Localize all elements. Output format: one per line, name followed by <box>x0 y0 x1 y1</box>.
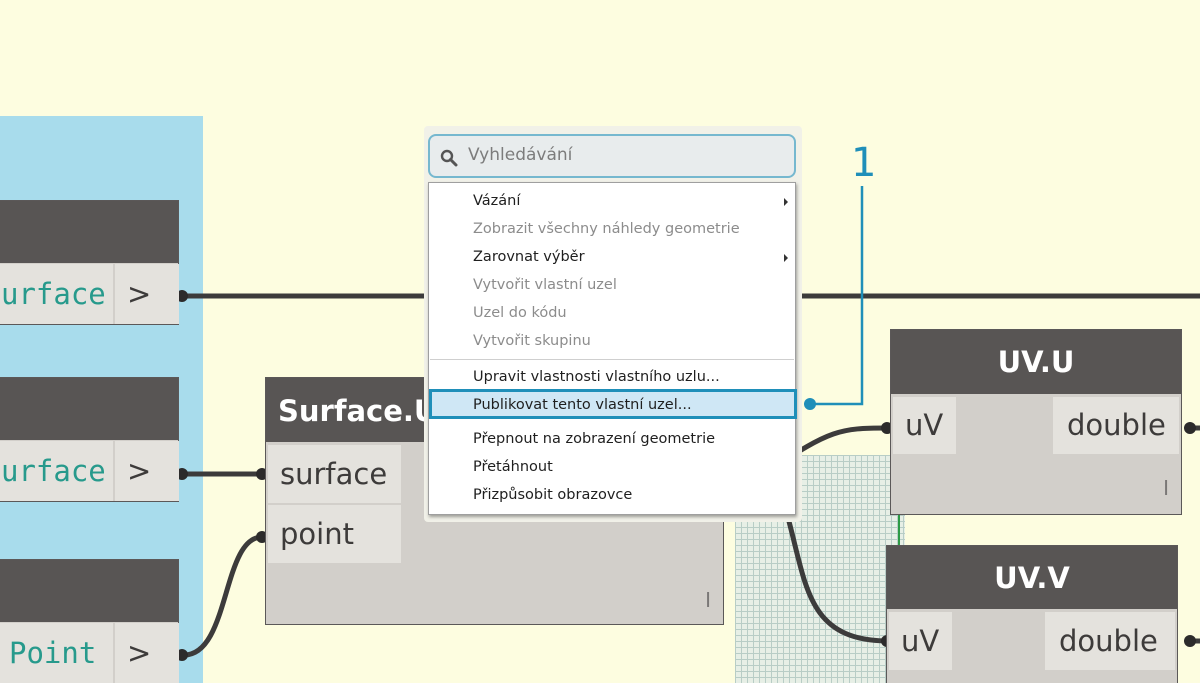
callout-leader-line <box>804 186 864 410</box>
callout-number: 1 <box>851 140 877 186</box>
